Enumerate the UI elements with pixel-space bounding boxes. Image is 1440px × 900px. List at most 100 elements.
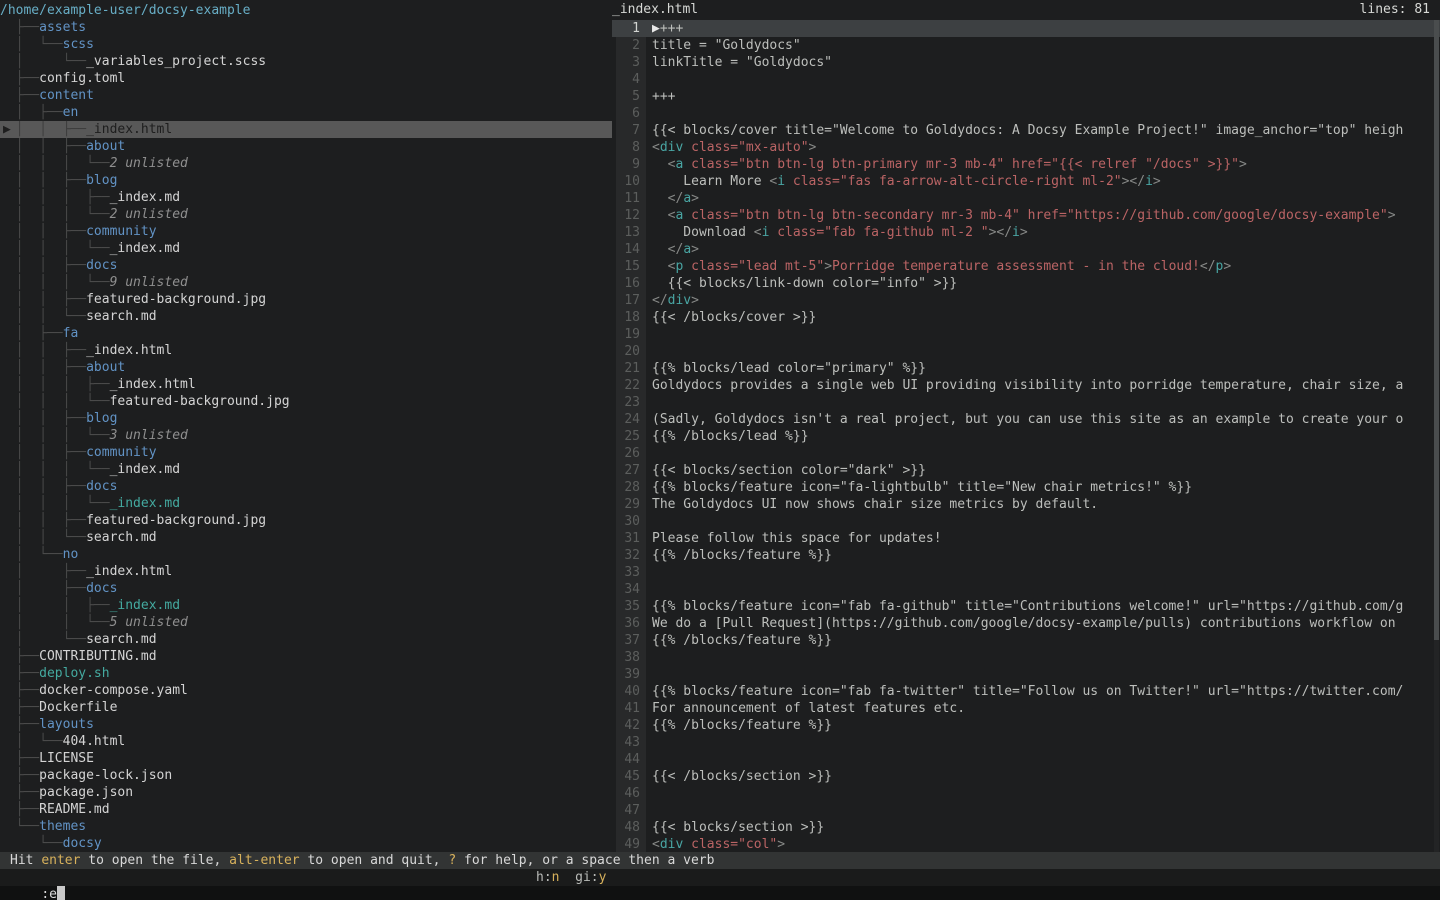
tree-row[interactable]: │ │ ├──docs [0, 478, 612, 495]
tree-row[interactable]: │ │ │ └──_index.md [0, 495, 612, 512]
tree-row[interactable]: │ │ ├──about [0, 359, 612, 376]
code-line[interactable]: 20 [612, 343, 1440, 360]
code-line[interactable]: 33 [612, 564, 1440, 581]
tree-row[interactable]: │ │ ├──blog [0, 410, 612, 427]
code-line[interactable]: 1▶+++ [612, 20, 1440, 37]
tree-row[interactable]: │ │ │ └──9 unlisted [0, 274, 612, 291]
code-line[interactable]: 9 <a class="btn btn-lg btn-primary mr-3 … [612, 156, 1440, 173]
code-line[interactable]: 32{{% /blocks/feature %}} [612, 547, 1440, 564]
code-line[interactable]: 13 Download <i class="fab fa-github ml-2… [612, 224, 1440, 241]
code-line[interactable]: 34 [612, 581, 1440, 598]
code-line[interactable]: 31Please follow this space for updates! [612, 530, 1440, 547]
code-line[interactable]: 5+++ [612, 88, 1440, 105]
code-line[interactable]: 45{{< /blocks/section >}} [612, 768, 1440, 785]
code-line[interactable]: 3linkTitle = "Goldydocs" [612, 54, 1440, 71]
tree-row[interactable]: ├──LICENSE [0, 750, 612, 767]
tree-row[interactable]: │ │ │ └──featured-background.jpg [0, 393, 612, 410]
code-line[interactable]: 30 [612, 513, 1440, 530]
code-line[interactable]: 49<div class="col"> [612, 836, 1440, 852]
code-line[interactable]: 46 [612, 785, 1440, 802]
code-line[interactable]: 26 [612, 445, 1440, 462]
tree-row[interactable]: │ │ ├──_index.md [0, 597, 612, 614]
tree-row[interactable]: │ │ │ └──_index.md [0, 461, 612, 478]
code-line[interactable]: 38 [612, 649, 1440, 666]
code-line[interactable]: 29The Goldydocs UI now shows chair size … [612, 496, 1440, 513]
tree-row[interactable]: ├──README.md [0, 801, 612, 818]
tree-row[interactable]: ├──package.json [0, 784, 612, 801]
code-line[interactable]: 25{{% /blocks/lead %}} [612, 428, 1440, 445]
scrollbar-thumb[interactable] [1434, 20, 1439, 640]
code-line[interactable]: 15 <p class="lead mt-5">Porridge tempera… [612, 258, 1440, 275]
tree-row[interactable]: │ │ ├──featured-background.jpg [0, 291, 612, 308]
code-line[interactable]: 27{{< blocks/section color="dark" >}} [612, 462, 1440, 479]
tree-row[interactable]: ├──package-lock.json [0, 767, 612, 784]
tree-row[interactable]: ├──CONTRIBUTING.md [0, 648, 612, 665]
code-line[interactable]: 16 {{< blocks/link-down color="info" >}} [612, 275, 1440, 292]
tree-row[interactable]: │ │ ├──community [0, 444, 612, 461]
code-line[interactable]: 35{{% blocks/feature icon="fab fa-github… [612, 598, 1440, 615]
code-line[interactable]: 8<div class="mx-auto"> [612, 139, 1440, 156]
tree-row[interactable]: │ │ ├──blog [0, 172, 612, 189]
tree-row[interactable]: ├──Dockerfile [0, 699, 612, 716]
tree-row[interactable]: └──docsy [0, 835, 612, 852]
tree-row[interactable]: ▶ │ │ ├──_index.html [0, 121, 612, 138]
code-line[interactable]: 44 [612, 751, 1440, 768]
tree-row[interactable]: │ └──no [0, 546, 612, 563]
code-line[interactable]: 28{{% blocks/feature icon="fa-lightbulb"… [612, 479, 1440, 496]
tree-row[interactable]: │ └──search.md [0, 631, 612, 648]
code-line[interactable]: 10 Learn More <i class="fas fa-arrow-alt… [612, 173, 1440, 190]
tree-row[interactable]: ├──docker-compose.yaml [0, 682, 612, 699]
tree-root-path[interactable]: /home/example-user/docsy-example [0, 2, 612, 19]
code-line[interactable]: 21{{% blocks/lead color="primary" %}} [612, 360, 1440, 377]
code-line[interactable]: 19 [612, 326, 1440, 343]
command-line[interactable]: :e h:n gi:y [0, 869, 1440, 886]
tree-row[interactable]: │ │ ├──featured-background.jpg [0, 512, 612, 529]
code-line[interactable]: 40{{% blocks/feature icon="fab fa-twitte… [612, 683, 1440, 700]
tree-row[interactable]: │ ├──en [0, 104, 612, 121]
code-line[interactable]: 47 [612, 802, 1440, 819]
tree-row[interactable]: ├──content [0, 87, 612, 104]
tree-row[interactable]: │ │ ├──_index.html [0, 342, 612, 359]
code-line[interactable]: 36We do a [Pull Request](https://github.… [612, 615, 1440, 632]
scrollbar[interactable] [1434, 20, 1439, 852]
code-line[interactable]: 22Goldydocs provides a single web UI pro… [612, 377, 1440, 394]
tree-row[interactable]: │ │ └──5 unlisted [0, 614, 612, 631]
tree-row[interactable]: │ │ ├──docs [0, 257, 612, 274]
tree-row[interactable]: └──themes [0, 818, 612, 835]
tree-row[interactable]: │ └──_variables_project.scss [0, 53, 612, 70]
tree-row[interactable]: ├──layouts [0, 716, 612, 733]
tree-row[interactable]: │ │ └──search.md [0, 529, 612, 546]
code-line[interactable]: 43 [612, 734, 1440, 751]
tree-row[interactable]: │ │ ├──about [0, 138, 612, 155]
code-line[interactable]: 11 </a> [612, 190, 1440, 207]
tree-row[interactable]: │ │ │ └──2 unlisted [0, 206, 612, 223]
tree-row[interactable]: ├──deploy.sh [0, 665, 612, 682]
code-line[interactable]: 12 <a class="btn btn-lg btn-secondary mr… [612, 207, 1440, 224]
code-line[interactable]: 39 [612, 666, 1440, 683]
tree-row[interactable]: │ │ │ └──2 unlisted [0, 155, 612, 172]
code-line[interactable]: 41For announcement of latest features et… [612, 700, 1440, 717]
tree-row[interactable]: │ │ │ └──_index.md [0, 240, 612, 257]
tree-row[interactable]: │ │ ├──community [0, 223, 612, 240]
code-line[interactable]: 23 [612, 394, 1440, 411]
tree-row[interactable]: ├──assets [0, 19, 612, 36]
tree-row[interactable]: │ │ │ └──3 unlisted [0, 427, 612, 444]
tree-row[interactable]: │ │ │ ├──_index.html [0, 376, 612, 393]
tree-row[interactable]: ├──config.toml [0, 70, 612, 87]
code-line[interactable]: 2title = "Goldydocs" [612, 37, 1440, 54]
code-line[interactable]: 42{{% /blocks/feature %}} [612, 717, 1440, 734]
tree-row[interactable]: │ ├──docs [0, 580, 612, 597]
code-line[interactable]: 37{{% /blocks/feature %}} [612, 632, 1440, 649]
tree-row[interactable]: │ ├──_index.html [0, 563, 612, 580]
code-line[interactable]: 7{{< blocks/cover title="Welcome to Gold… [612, 122, 1440, 139]
code-line[interactable]: 48{{< blocks/section >}} [612, 819, 1440, 836]
code-line[interactable]: 24(Sadly, Goldydocs isn't a real project… [612, 411, 1440, 428]
tree-row[interactable]: │ ├──fa [0, 325, 612, 342]
code-line[interactable]: 6 [612, 105, 1440, 122]
tree-row[interactable]: │ │ │ ├──_index.md [0, 189, 612, 206]
code-line[interactable]: 18{{< /blocks/cover >}} [612, 309, 1440, 326]
flag-value[interactable]: y [599, 870, 607, 885]
command-input-value[interactable]: :e [41, 887, 57, 900]
tree-row[interactable]: │ └──scss [0, 36, 612, 53]
code-line[interactable]: 14 </a> [612, 241, 1440, 258]
